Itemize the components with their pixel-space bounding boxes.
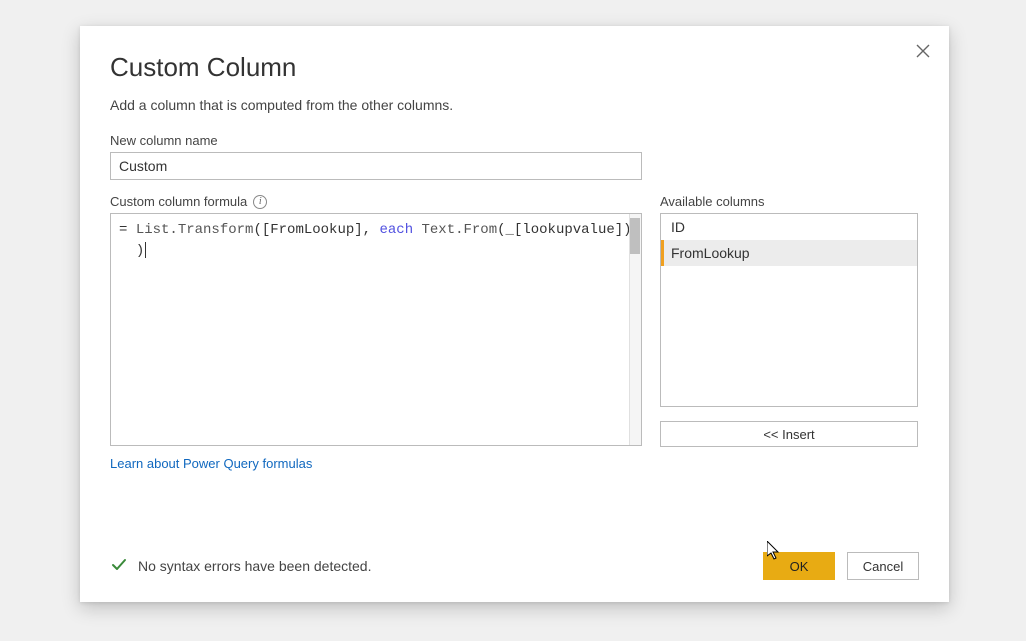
dialog-title: Custom Column <box>110 52 919 83</box>
footer-buttons: OK Cancel <box>763 552 919 580</box>
available-column-fromlookup[interactable]: FromLookup <box>661 240 917 266</box>
ok-button[interactable]: OK <box>763 552 835 580</box>
custom-column-dialog: Custom Column Add a column that is compu… <box>80 26 949 602</box>
formula-line-1: = List.Transform([FromLookup], each Text… <box>119 220 633 241</box>
formula-line-2: ) <box>119 241 633 262</box>
info-icon[interactable]: i <box>253 195 267 209</box>
close-button[interactable] <box>911 40 935 64</box>
syntax-status-text: No syntax errors have been detected. <box>138 558 371 574</box>
check-icon <box>110 556 128 577</box>
available-column-id[interactable]: ID <box>661 214 917 240</box>
formula-scrollbar-thumb[interactable] <box>630 218 640 254</box>
available-columns-label: Available columns <box>660 194 918 209</box>
new-column-name-label: New column name <box>110 133 919 148</box>
cancel-button[interactable]: Cancel <box>847 552 919 580</box>
available-columns-list[interactable]: ID FromLookup <box>660 213 918 407</box>
formula-label: Custom column formula i <box>110 194 642 209</box>
ok-button-label: OK <box>790 559 809 574</box>
text-caret <box>145 242 146 258</box>
insert-button-label: << Insert <box>763 427 814 442</box>
cancel-button-label: Cancel <box>863 559 903 574</box>
syntax-status: No syntax errors have been detected. <box>110 556 371 577</box>
formula-scrollbar[interactable] <box>629 214 641 445</box>
dialog-subtitle: Add a column that is computed from the o… <box>110 97 919 113</box>
close-icon <box>916 42 930 63</box>
dialog-footer: No syntax errors have been detected. OK … <box>110 552 919 580</box>
formula-editor[interactable]: = List.Transform([FromLookup], each Text… <box>110 213 642 446</box>
insert-button[interactable]: << Insert <box>660 421 918 447</box>
learn-link[interactable]: Learn about Power Query formulas <box>110 456 312 471</box>
formula-label-text: Custom column formula <box>110 194 247 209</box>
new-column-name-input[interactable] <box>110 152 642 180</box>
